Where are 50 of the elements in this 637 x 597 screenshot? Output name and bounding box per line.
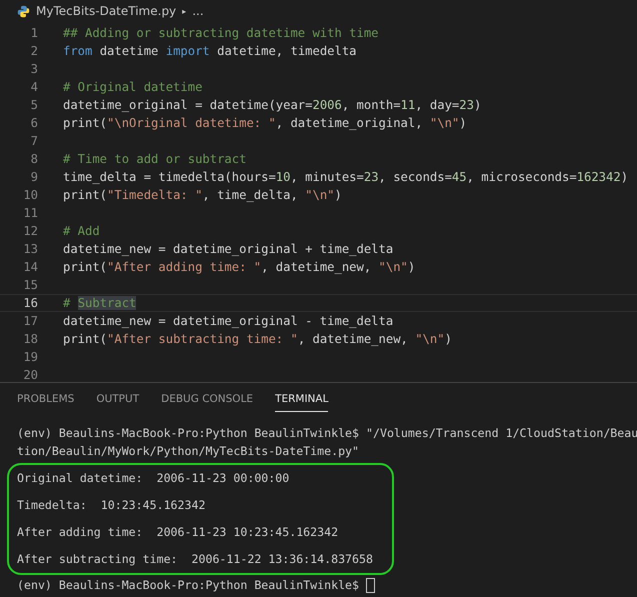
panel-tab[interactable]: TERMINAL: [275, 393, 328, 412]
breadcrumb-more[interactable]: ...: [192, 4, 204, 18]
line-number: 18: [22, 331, 38, 348]
code-line: time_delta = timedelta(hours=10, minutes=23, seconds=45, microseconds=162342): [63, 169, 628, 186]
panel-tab[interactable]: PROBLEMS: [17, 393, 74, 412]
panel-tab[interactable]: OUTPUT: [96, 393, 140, 412]
line-number: 11: [22, 205, 38, 222]
line-number: 20: [22, 367, 38, 384]
output-line: Timedelta: 10:23:45.162342: [17, 497, 206, 514]
line-number: 10: [22, 187, 38, 204]
line-number: 12: [22, 223, 38, 240]
code-line: ## Adding or subtracting datetime with time: [63, 25, 379, 42]
output-line: Original datetime: 2006-11-23 00:00:00: [17, 470, 290, 487]
terminal-line: tion/Beaulin/MyWork/Python/MyTecBits-DateTime.py": [17, 443, 360, 460]
panel-tab[interactable]: DEBUG CONSOLE: [161, 393, 254, 412]
code-line: datetime_original = datetime(year=2006, month=11, day=23): [63, 97, 482, 114]
line-number: 5: [30, 97, 38, 114]
cursor-icon: [366, 578, 376, 592]
line-number: 19: [22, 349, 38, 366]
code-line: from datetime import datetime, timedelta: [63, 43, 357, 60]
line-number: 13: [22, 241, 38, 258]
python-icon: [17, 4, 30, 18]
code-line: datetime_new = datetime_original + time_delta: [63, 241, 394, 258]
line-number: 6: [30, 115, 38, 132]
output-line: After adding time: 2006-11-23 10:23:45.162342: [17, 524, 340, 541]
code-line: print("After subtracting time: ", datetime_new, "\n"): [63, 331, 452, 348]
line-number: 17: [22, 313, 38, 330]
line-number: 2: [30, 43, 38, 60]
code-line: print("\nOriginal datetime: ", datetime_original, "\n"): [63, 115, 467, 132]
breadcrumb-separator: ▸: [182, 6, 186, 16]
terminal-line: (env) Beaulins-MacBook-Pro:Python BeaulinTwinkle$ "/Volumes/Transcend 1/CloudStation/Beau: [17, 425, 637, 442]
code-line: # Add: [63, 223, 100, 240]
line-number: 1: [30, 25, 38, 42]
code-line: datetime_new = datetime_original - time_delta: [63, 313, 394, 330]
line-number: 16: [22, 295, 38, 312]
terminal-prompt: (env) Beaulins-MacBook-Pro:Python BeaulinTwinkle$: [17, 577, 360, 593]
code-line: # Time to add or subtract: [63, 151, 246, 168]
line-number: 14: [22, 259, 38, 276]
line-number: 15: [22, 277, 38, 294]
code-line: # Subtract: [63, 295, 136, 312]
line-number: 3: [30, 61, 38, 78]
line-number: 4: [30, 79, 38, 96]
output-line: After subtracting time: 2006-11-22 13:36:14.837658: [17, 551, 374, 568]
code-line: print("After adding time: ", datetime_new, "\n"): [63, 259, 416, 276]
line-number: 7: [30, 133, 38, 150]
code-line: # Original datetime: [63, 79, 202, 96]
line-number: 9: [30, 169, 38, 186]
line-number: 8: [30, 151, 38, 168]
file-name[interactable]: MyTecBits-DateTime.py: [36, 4, 176, 18]
code-line: print("Timedelta: ", time_delta, "\n"): [63, 187, 342, 204]
